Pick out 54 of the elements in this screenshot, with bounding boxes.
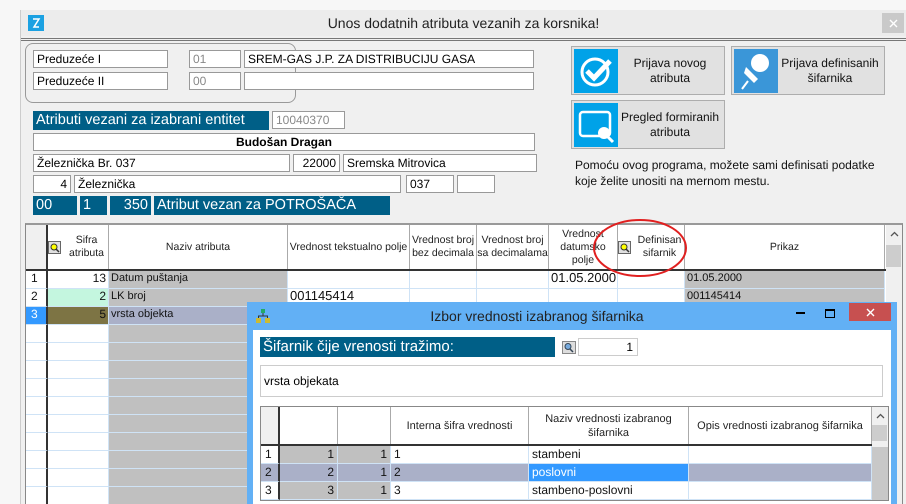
search-field[interactable]: 1 [578,338,638,356]
table-cell: 01.05.2000 [549,271,618,289]
action-button[interactable]: Prijava novog atributa [571,46,725,95]
column-header[interactable]: Interna šifra vrednosti [406,418,512,432]
table-cell: 3 [391,482,529,500]
table-cell: 13 [48,271,109,289]
street-field: Železnička [74,175,401,193]
company-label: Preduzeće I [33,50,168,68]
table-cell: 1 [338,482,391,500]
column-header[interactable]: Sifra atributa [65,234,108,260]
action-button[interactable]: Prijava definisanih šifarnika [731,46,885,95]
address-field: Železnička Br. 037 [33,154,290,172]
company-name-field[interactable]: SREM-GAS J.P. ZA DISTRIBUCIJU GASA [244,50,534,68]
column-header[interactable]: Opis vrednosti izabranog šifarnika [697,418,863,432]
company-label: Preduzeće II [33,72,168,90]
company-code-field[interactable]: 00 [189,72,241,90]
postal-code-field: 22000 [293,154,340,172]
person-name-field: Budošan Dragan [33,133,535,151]
entity-id-field[interactable]: 10040370 [272,111,345,129]
table-cell: 01.05.2000 [685,271,885,289]
table-cell: 1 [338,464,391,482]
dialog-title: Izbor vrednosti izabranog šifarnika [429,308,645,324]
column-header[interactable]: Naziv atributa [166,240,230,254]
table-cell: 2 [48,289,109,307]
column-header[interactable]: Vrednost tekstualno polje [290,240,408,254]
table-cell: poslovni [529,464,689,482]
window-title: Unos dodatnih atributa vezanih za korsnika! [326,15,600,31]
column-header[interactable]: Vrednost broj sa decimalama [477,234,548,260]
group-label: Atribut vezan za POTROŠAČA [154,196,390,215]
table-cell: stambeno-poslovni [529,482,689,500]
house-number-field: 037 [406,175,454,193]
street-code-field: 4 [33,175,71,193]
group-code: 1 [80,196,107,215]
table-cell: 1 [280,446,338,464]
table-cell: 2 [280,464,338,482]
group-code: 350 [110,196,151,215]
codebook-label: Šifarnik čije vrenosti tražimo: [260,337,555,357]
table-cell: 5 [48,307,109,325]
table-cell: 2 [391,464,529,482]
column-header[interactable]: Vrednost broj bez decimala [410,234,476,260]
group-code: 00 [33,196,77,215]
table-cell: 3 [280,482,338,500]
column-header[interactable]: Naziv vrednosti izabranog šifarnika [529,412,688,440]
description-text: Pomoću ovog programa, možete sami definisati podatke koje želite unositi na mernom mestu. [575,157,876,189]
entity-label: Atributi vezani za izabrani entitet [33,111,269,130]
table-cell: Datum puštanja [109,271,288,289]
table-cell: 1 [338,446,391,464]
codebook-name-field: vrsta objekata [260,365,883,397]
action-button[interactable]: Pregled formiranih atributa [571,100,725,149]
company-code-field[interactable]: 01 [189,50,241,68]
city-field: Sremska Mitrovica [343,154,537,172]
column-header[interactable]: Prikaz [770,240,800,254]
row-number[interactable]: 2 [261,464,280,482]
table-cell: LK broj [109,289,288,307]
